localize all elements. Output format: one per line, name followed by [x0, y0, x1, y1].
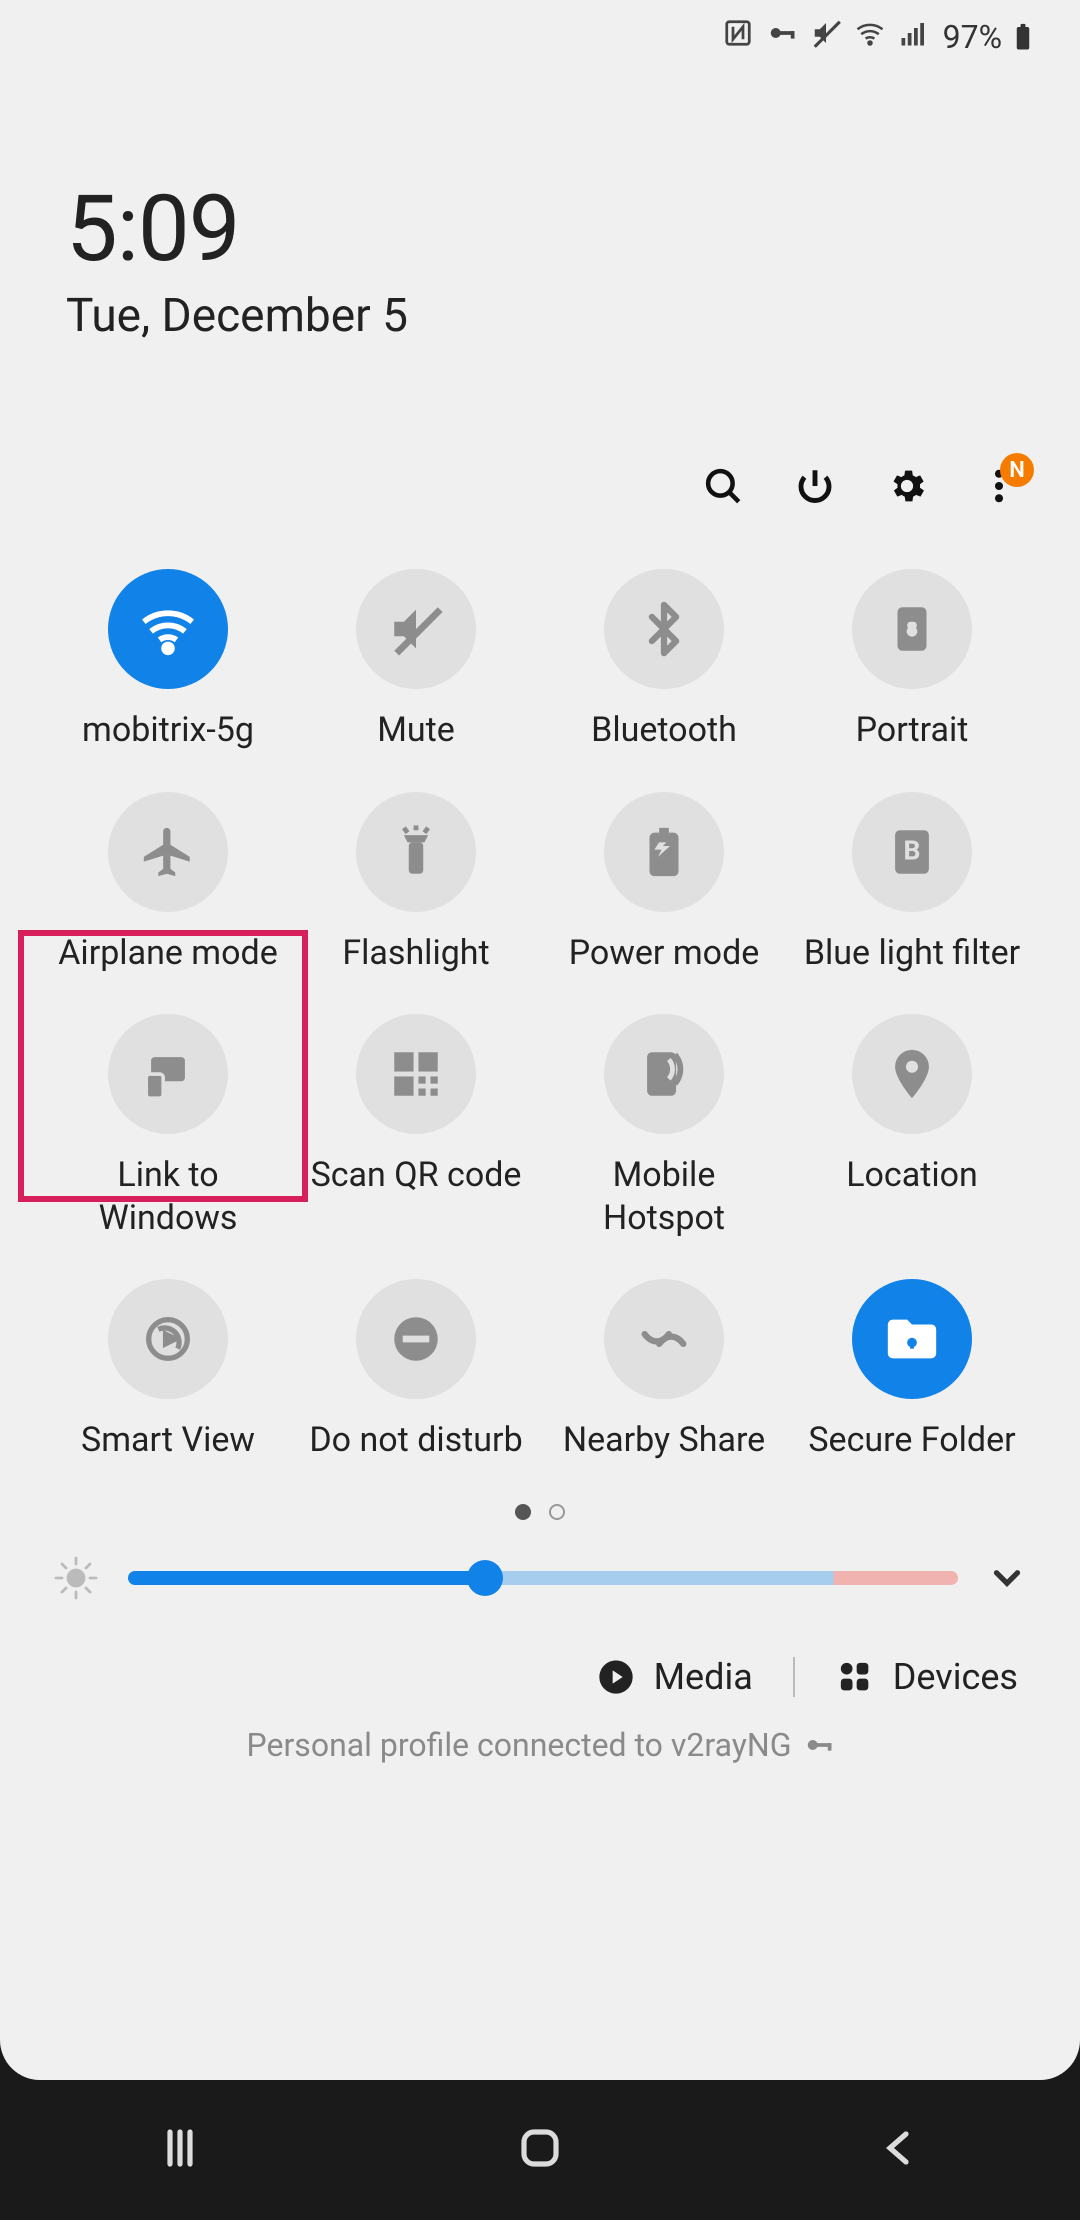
tile-do-not-disturb[interactable]: Do not disturb: [292, 1279, 540, 1462]
tile-location[interactable]: Location: [788, 1014, 1036, 1239]
media-label: Media: [654, 1656, 753, 1698]
status-bar: 97%: [0, 0, 1080, 56]
tile-portrait[interactable]: Portrait: [788, 569, 1036, 752]
secure-folder-icon: [852, 1279, 972, 1399]
chevron-down-icon: [986, 1557, 1028, 1599]
vpn-key-icon: [804, 1730, 834, 1760]
mute-toggle-icon: [356, 569, 476, 689]
tile-label: Blue light filter: [804, 932, 1020, 975]
tile-label: Airplane mode: [58, 932, 277, 975]
play-circle-icon: [596, 1657, 636, 1697]
panel-actions: N: [0, 343, 1080, 509]
brightness-icon: [52, 1554, 100, 1602]
tile-smart-view[interactable]: Smart View: [44, 1279, 292, 1462]
panel-header: 5:09 Tue, December 5: [0, 56, 1080, 343]
tile-wifi[interactable]: mobitrix-5g: [44, 569, 292, 752]
power-mode-icon: [604, 792, 724, 912]
search-icon: [702, 465, 744, 507]
tile-label: Scan QR code: [311, 1154, 522, 1197]
page-indicator[interactable]: [0, 1504, 1080, 1520]
tile-mute[interactable]: Mute: [292, 569, 540, 752]
tile-mobile-hotspot[interactable]: Mobile Hotspot: [540, 1014, 788, 1239]
brightness-slider[interactable]: [128, 1571, 958, 1585]
nav-recents[interactable]: [156, 2124, 204, 2176]
panel-extras: Media Devices: [0, 1602, 1080, 1698]
blue-light-icon: B: [852, 792, 972, 912]
power-button[interactable]: [792, 463, 838, 509]
signal-icon: [899, 18, 929, 56]
tile-label: Bluetooth: [591, 709, 737, 752]
more-badge: N: [1000, 453, 1034, 487]
tile-bluetooth[interactable]: Bluetooth: [540, 569, 788, 752]
grid-icon: [835, 1657, 875, 1697]
tile-secure-folder[interactable]: Secure Folder: [788, 1279, 1036, 1462]
wifi-icon: [855, 18, 885, 56]
vpn-status-text: Personal profile connected to v2rayNG: [247, 1726, 792, 1764]
vpn-status: Personal profile connected to v2rayNG: [0, 1698, 1080, 1764]
nav-back[interactable]: [876, 2124, 924, 2176]
tile-label: Smart View: [81, 1419, 255, 1462]
tile-label: mobitrix-5g: [82, 709, 254, 752]
tile-label: Do not disturb: [309, 1419, 522, 1462]
devices-label: Devices: [893, 1656, 1018, 1698]
tile-nearby-share[interactable]: Nearby Share: [540, 1279, 788, 1462]
tile-scan-qr[interactable]: Scan QR code: [292, 1014, 540, 1239]
tile-label: Location: [846, 1154, 978, 1197]
svg-text:B: B: [904, 835, 921, 866]
clock-time: 5:09: [66, 176, 1080, 283]
tile-blue-light[interactable]: B Blue light filter: [788, 792, 1036, 975]
tile-label: Mute: [377, 709, 455, 752]
qr-icon: [356, 1014, 476, 1134]
dnd-icon: [356, 1279, 476, 1399]
quick-settings-grid: mobitrix-5g Mute Bluetooth Portrait Airp: [0, 509, 1080, 1462]
tile-power-mode[interactable]: Power mode: [540, 792, 788, 975]
power-icon: [794, 465, 836, 507]
link-windows-icon: [108, 1014, 228, 1134]
vpn-key-icon: [767, 18, 797, 56]
nav-home[interactable]: [516, 2124, 564, 2176]
hotspot-icon: [604, 1014, 724, 1134]
tile-label: Portrait: [856, 709, 969, 752]
nearby-share-icon: [604, 1279, 724, 1399]
settings-button[interactable]: [884, 463, 930, 509]
gear-icon: [886, 465, 928, 507]
location-icon: [852, 1014, 972, 1134]
battery-percent-text: 97%: [943, 18, 1002, 56]
divider: [793, 1657, 795, 1697]
clock-date: Tue, December 5: [66, 289, 1080, 343]
tile-label: Secure Folder: [808, 1419, 1015, 1462]
wifi-toggle-icon: [108, 569, 228, 689]
tile-label: Flashlight: [342, 932, 489, 975]
battery-icon: [1008, 22, 1038, 52]
media-button[interactable]: Media: [596, 1656, 753, 1698]
pager-dot-active: [515, 1504, 531, 1520]
tile-label: Power mode: [569, 932, 760, 975]
devices-button[interactable]: Devices: [835, 1656, 1018, 1698]
mute-icon: [811, 18, 841, 56]
portrait-lock-icon: [852, 569, 972, 689]
airplane-icon: [108, 792, 228, 912]
tile-flashlight[interactable]: Flashlight: [292, 792, 540, 975]
tile-label: Nearby Share: [563, 1419, 765, 1462]
quick-settings-panel: 97% 5:09 Tue, December 5 N mobitrix-5g: [0, 0, 1080, 2080]
flashlight-icon: [356, 792, 476, 912]
android-nav-bar: [0, 2080, 1080, 2220]
tile-label: Mobile Hotspot: [549, 1154, 779, 1239]
brightness-expand[interactable]: [986, 1557, 1028, 1599]
brightness-row: [0, 1520, 1080, 1602]
bluetooth-icon: [604, 569, 724, 689]
tile-link-windows[interactable]: Link to Windows: [44, 1014, 292, 1239]
smart-view-icon: [108, 1279, 228, 1399]
search-button[interactable]: [700, 463, 746, 509]
pager-dot: [549, 1504, 565, 1520]
more-button[interactable]: N: [976, 463, 1022, 509]
nfc-icon: [723, 18, 753, 56]
tile-label: Link to Windows: [53, 1154, 283, 1239]
tile-airplane-mode[interactable]: Airplane mode: [44, 792, 292, 975]
brightness-thumb[interactable]: [467, 1560, 503, 1596]
battery-indicator: 97%: [943, 18, 1038, 56]
